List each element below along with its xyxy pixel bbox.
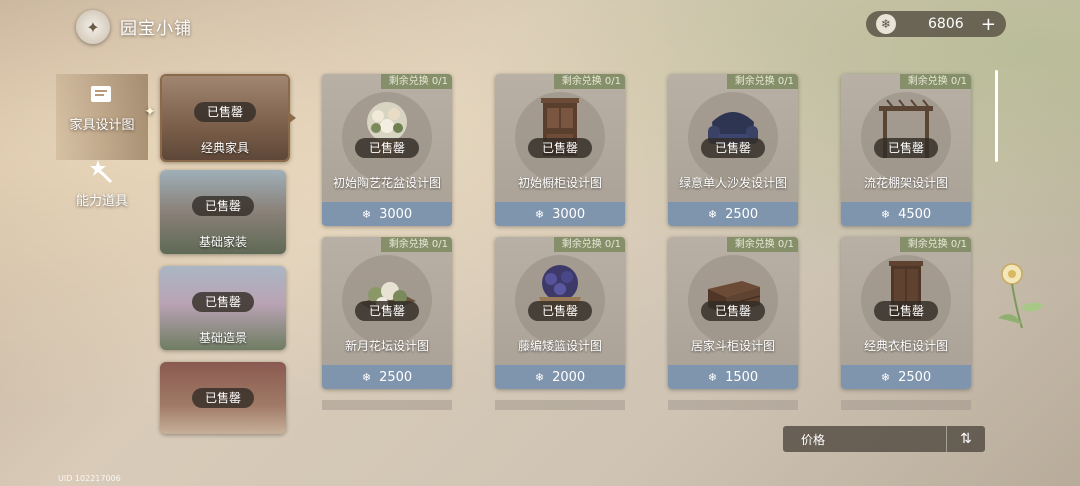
snowflake-coin-icon: ❄ [534,370,545,384]
flower-doodle-icon [998,263,1044,329]
user-id: UID 102217006 [58,474,121,483]
item-card[interactable]: 剩余兑换 0/1 已售罄 绿意单人沙发设计图 ❄ 2500 [668,74,798,226]
snowflake-coin-icon: ❄ [361,370,372,384]
snowflake-coin-icon: ❄ [880,370,891,384]
price-bar: ❄ 2500 [841,365,971,389]
page-title: 园宝小铺 [120,19,192,39]
item-title: 藤编矮篮设计图 [517,339,602,353]
price-bar: ❄ 1500 [668,365,798,389]
price-bar: ❄ 2000 [495,365,625,389]
sort-label: 价格 [801,433,826,447]
category-basic-landscape[interactable]: 已售罄 基础造景 [160,266,286,350]
category-label: 基础造景 [198,331,247,345]
snowflake-coin-icon: ❄ [876,14,896,34]
price-bar: ❄ 3000 [495,202,625,226]
sold-out-badge: 已售罄 [874,301,938,321]
remaining-count: 剩余兑换 0/1 [899,237,971,252]
blueprint-scroll-icon [87,82,117,108]
item-title: 新月花坛设计图 [344,339,429,353]
item-price: 4500 [898,206,932,222]
item-card[interactable]: 剩余兑换 0/1 已售罄 经典衣柜设计图 ❄ 2500 [841,237,971,389]
item-title: 流花棚架设计图 [863,176,948,190]
item-price: 1500 [725,369,759,385]
category-basic-decoration[interactable]: 已售罄 基础家装 [160,170,286,254]
item-card-partial [495,400,625,410]
selected-arrow-icon [288,112,296,124]
category-classic-furniture[interactable]: 已售罄 经典家具 [160,74,290,162]
sold-out-badge: 已售罄 [701,138,765,158]
item-card-partial [322,400,452,410]
category-item-4[interactable]: 已售罄 [160,362,286,434]
sort-toggle-icon[interactable]: ⇅ [946,426,985,452]
snowflake-coin-icon: ❄ [534,207,545,221]
sparkle-icon: ✦ [144,104,156,120]
nav-label: 家具设计图 [69,118,135,133]
remaining-count: 剩余兑换 0/1 [380,74,452,89]
item-card-partial [841,400,971,410]
item-price: 3000 [379,206,413,222]
snowflake-coin-icon: ❄ [707,370,718,384]
snowflake-coin-icon: ❄ [880,207,891,221]
price-bar: ❄ 2500 [322,365,452,389]
item-card[interactable]: 剩余兑换 0/1 已售罄 藤编矮篮设计图 ❄ 2000 [495,237,625,389]
item-price: 2500 [725,206,759,222]
sold-out-badge: 已售罄 [355,138,419,158]
sort-control[interactable]: 价格 ⇅ [783,426,985,452]
remaining-count: 剩余兑换 0/1 [899,74,971,89]
item-price: 2500 [898,369,932,385]
remaining-count: 剩余兑换 0/1 [380,237,452,252]
sold-out-badge: 已售罄 [194,102,256,122]
nav-ability-items[interactable]: 能力道具 [56,158,148,209]
item-card[interactable]: 剩余兑换 0/1 已售罄 居家斗柜设计图 ❄ 1500 [668,237,798,389]
item-card-partial [668,400,798,410]
item-card[interactable]: 剩余兑换 0/1 已售罄 初始橱柜设计图 ❄ 3000 [495,74,625,226]
magic-wand-icon [87,158,117,184]
item-card[interactable]: 剩余兑换 0/1 已售罄 新月花坛设计图 ❄ 2500 [322,237,452,389]
sold-out-badge: 已售罄 [192,292,254,312]
remaining-count: 剩余兑换 0/1 [553,74,625,89]
item-card[interactable]: 剩余兑换 0/1 已售罄 流花棚架设计图 ❄ 4500 [841,74,971,226]
sold-out-badge: 已售罄 [192,388,254,408]
sold-out-badge: 已售罄 [528,138,592,158]
remaining-count: 剩余兑换 0/1 [726,74,798,89]
scrollbar[interactable] [995,70,998,162]
item-title: 初始陶艺花盆设计图 [332,176,441,190]
category-label: 基础家装 [198,235,247,249]
nav-furniture-blueprints[interactable]: 家具设计图 ✦ [56,74,156,160]
price-bar: ❄ 2500 [668,202,798,226]
item-card[interactable]: 剩余兑换 0/1 已售罄 初始陶艺花盆设计图 ❄ 3000 [322,74,452,226]
add-currency-button[interactable]: + [981,14,996,35]
currency-display: ❄ 6806 + [866,11,1006,37]
price-bar: ❄ 4500 [841,202,971,226]
sold-out-badge: 已售罄 [355,301,419,321]
item-price: 2500 [379,369,413,385]
price-bar: ❄ 3000 [322,202,452,226]
item-title: 经典衣柜设计图 [863,339,948,353]
nav-label: 能力道具 [75,194,128,209]
item-price: 2000 [552,369,586,385]
back-button[interactable]: ✦ [76,10,110,44]
sold-out-badge: 已售罄 [528,301,592,321]
remaining-count: 剩余兑换 0/1 [726,237,798,252]
snowflake-coin-icon: ❄ [361,207,372,221]
snowflake-coin-icon: ❄ [707,207,718,221]
compass-back-icon: ✦ [86,17,100,37]
item-title: 初始橱柜设计图 [517,176,602,190]
sold-out-badge: 已售罄 [701,301,765,321]
sold-out-badge: 已售罄 [874,138,938,158]
item-title: 居家斗柜设计图 [690,339,775,353]
category-label: 经典家具 [200,141,249,155]
item-price: 3000 [552,206,586,222]
item-title: 绿意单人沙发设计图 [678,176,787,190]
sold-out-badge: 已售罄 [192,196,254,216]
remaining-count: 剩余兑换 0/1 [553,237,625,252]
currency-amount: 6806 [928,16,964,32]
